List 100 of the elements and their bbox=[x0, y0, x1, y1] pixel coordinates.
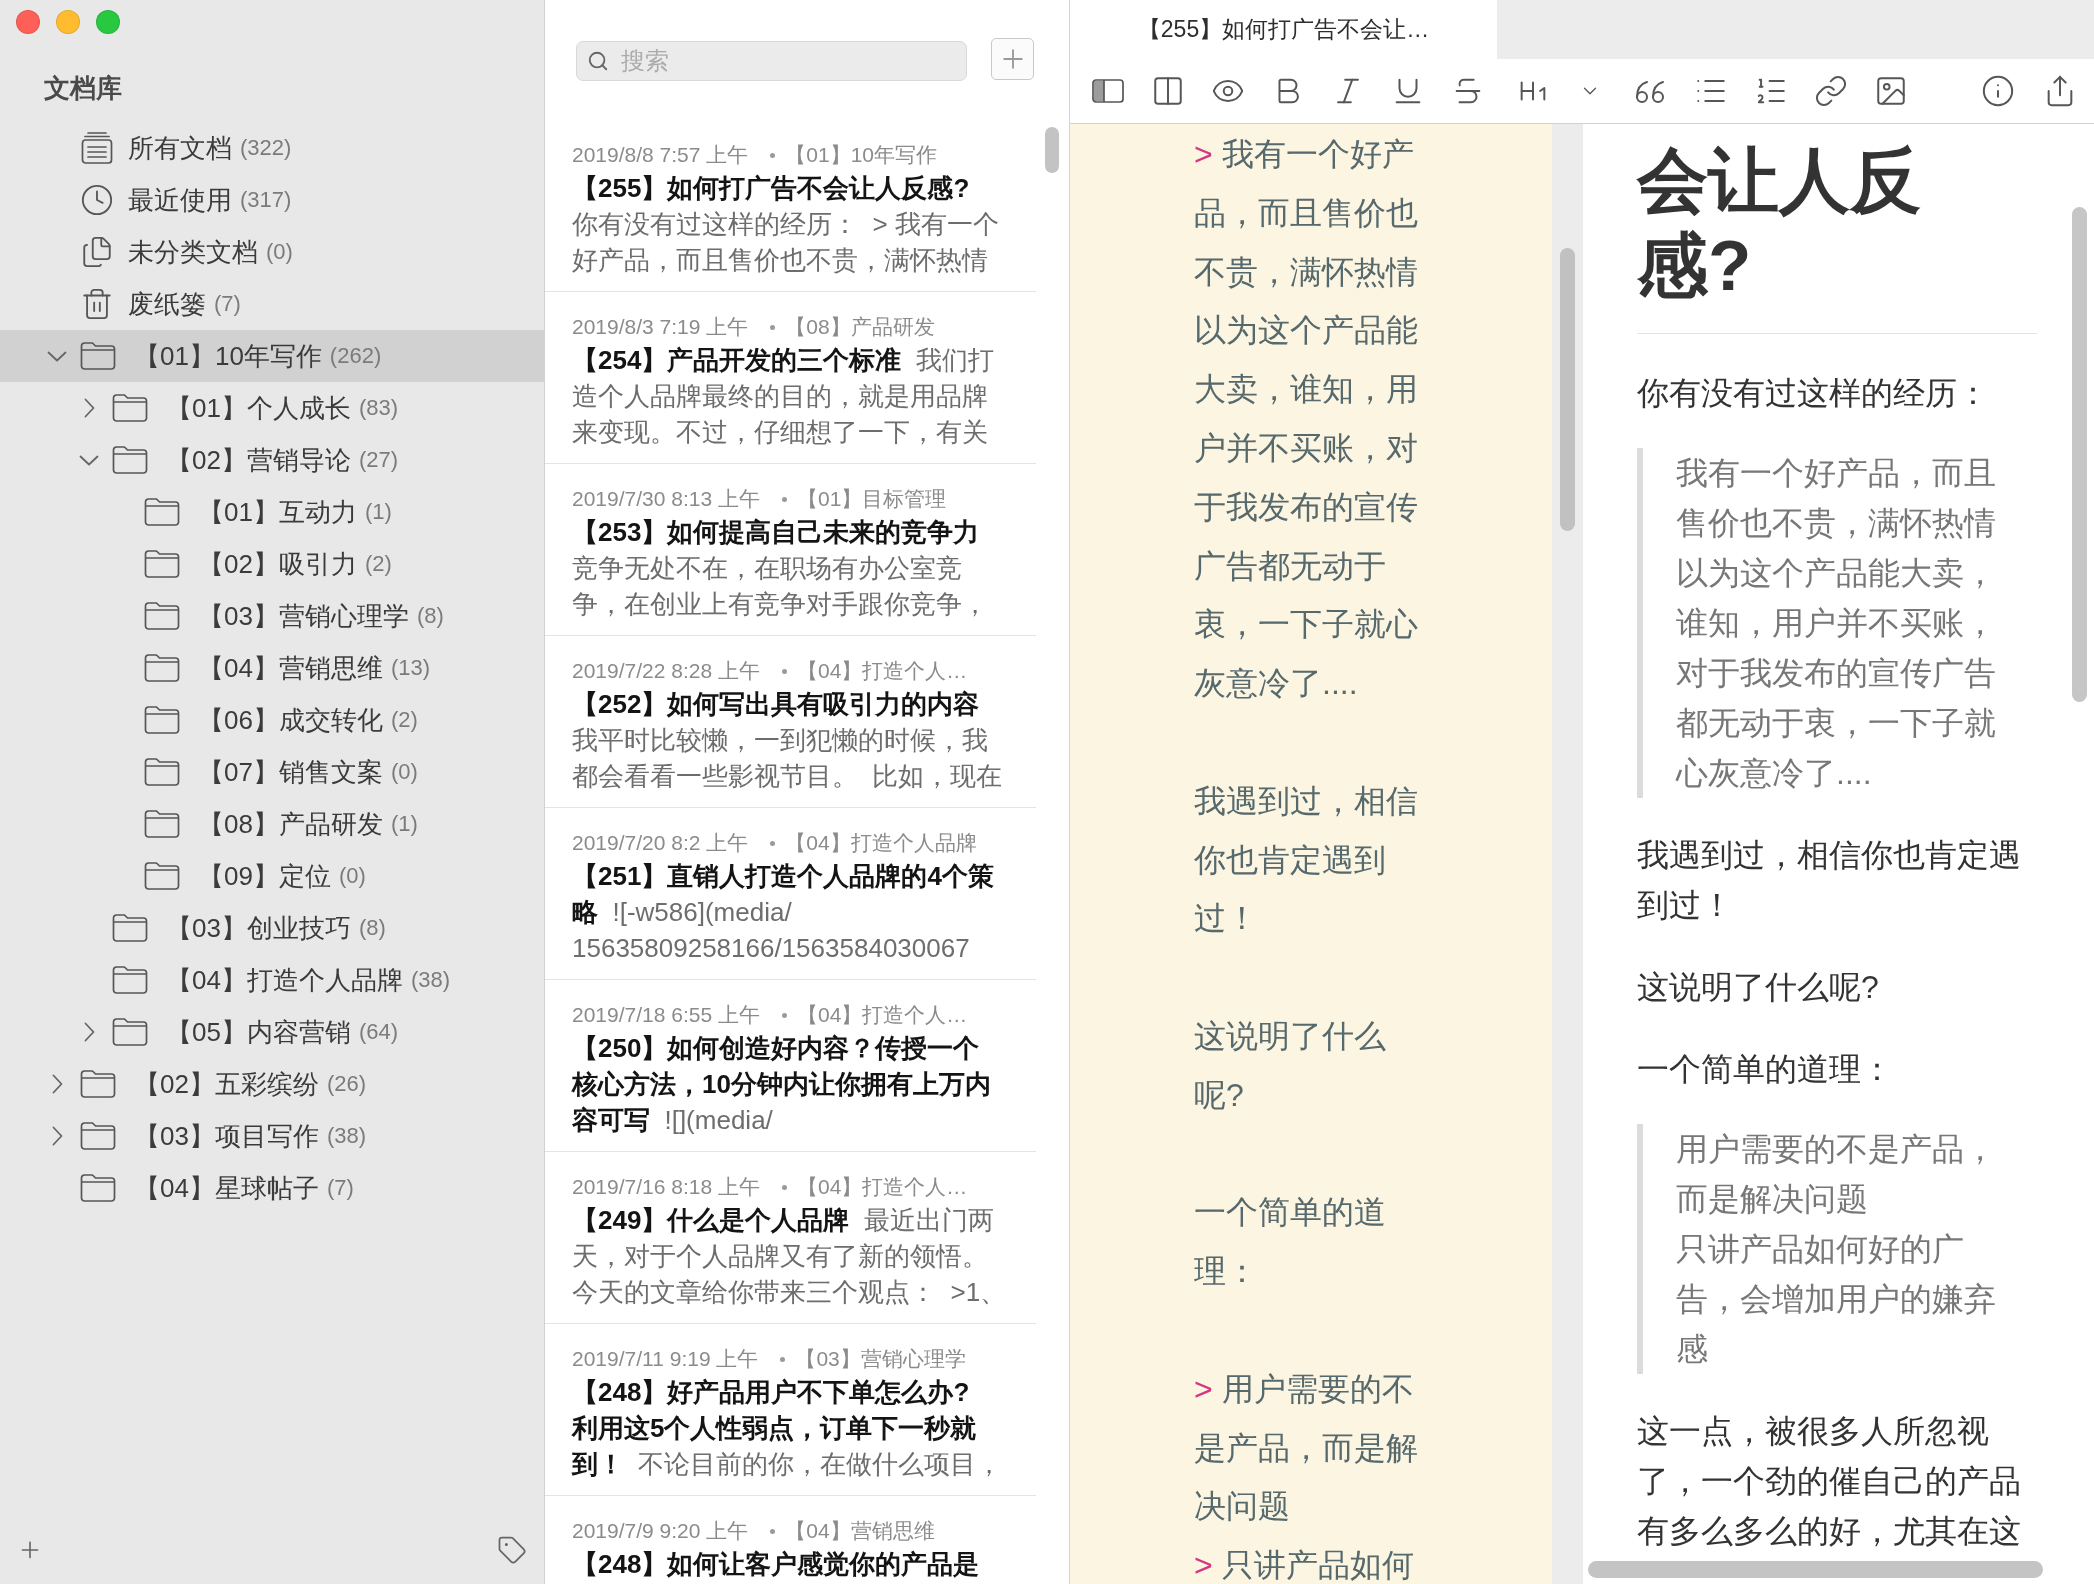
scrollbar-thumb[interactable] bbox=[1588, 1561, 2043, 1578]
search-field[interactable]: 搜索 bbox=[576, 41, 967, 81]
sidebar-item[interactable]: 【07】销售文案 (0) bbox=[0, 746, 544, 798]
folder-icon bbox=[112, 1017, 148, 1047]
sidebar-item[interactable]: 【02】营销导论 (27) bbox=[0, 434, 544, 486]
note-date: 2019/7/11 9:19 上午 bbox=[572, 1346, 759, 1372]
note-excerpt[interactable]: 【254】产品开发的三个标准 我们打 造个人品牌最终的目的，就是用品牌 来变现。不过，仔细想了一下，有关 bbox=[572, 342, 994, 450]
note-excerpt[interactable]: 【248】好产品用户不下单怎么办? 利用这5个人性弱点，订单下一秒就 到！ 不论目前的你，在做什么项目， bbox=[572, 1374, 1003, 1482]
quote-text: 用户需要的不是产品，而是解决问题 bbox=[1676, 1130, 1997, 1219]
scrollbar-thumb[interactable] bbox=[1560, 248, 1575, 531]
sidebar-item[interactable]: 【08】产品研发 (1) bbox=[0, 798, 544, 850]
markdown-paragraph: 这说明了什么呢? bbox=[1194, 1016, 1387, 1115]
note-date: 2019/7/30 8:13 上午 bbox=[572, 486, 760, 512]
sidebar-item[interactable]: 【03】创业技巧 (8) bbox=[0, 902, 544, 954]
dot-icon bbox=[770, 324, 776, 330]
sidebar-item[interactable]: 【03】营销心理学 (8) bbox=[0, 590, 544, 642]
folder-icon bbox=[112, 913, 148, 943]
chevron-down-icon[interactable] bbox=[79, 454, 99, 466]
info-icon[interactable] bbox=[1981, 74, 2015, 108]
chevron-right-icon[interactable] bbox=[51, 1126, 63, 1146]
note-folder: 【03】营销心理学 bbox=[795, 1346, 966, 1372]
folder-icon bbox=[80, 1173, 116, 1203]
library-title: 文档库 bbox=[44, 72, 122, 105]
preview-paragraph: 这说明了什么呢? bbox=[1637, 968, 1880, 1007]
folder-icon bbox=[144, 549, 180, 579]
note-date: 2019/7/20 8:2 上午 bbox=[572, 830, 749, 856]
link-icon[interactable] bbox=[1814, 74, 1848, 108]
tag-icon[interactable] bbox=[497, 1535, 527, 1565]
note-date: 2019/8/8 7:57 上午 bbox=[572, 142, 749, 168]
scrollbar-thumb[interactable] bbox=[2072, 207, 2087, 702]
sidebar-item[interactable]: 【09】定位 (0) bbox=[0, 850, 544, 902]
markdown-quote-line: > 我有一个好产品，而且售价也不贵，满怀热情以为这个产品能大卖，谁知，用户并不买账，对于我发布的宣传广告都无动于衷，一下子就心灰意冷了.... bbox=[1194, 135, 1419, 704]
note-folder: 【08】产品研发 bbox=[785, 314, 935, 340]
sidebar-item[interactable]: 【02】吸引力 (2) bbox=[0, 538, 544, 590]
preview-paragraph: 一个简单的道理： bbox=[1637, 1050, 1894, 1089]
chevron-right-icon[interactable] bbox=[83, 1022, 95, 1042]
note-excerpt[interactable]: 【248】如何让客户感觉你的产品是 bbox=[572, 1546, 980, 1582]
preview-paragraph: 你有没有过这样的经历： bbox=[1637, 374, 1990, 413]
folder-icon bbox=[144, 497, 180, 527]
note-folder: 【04】营销思维 bbox=[785, 1518, 935, 1544]
folder-icon bbox=[112, 393, 148, 423]
note-excerpt[interactable]: 【251】直销人打造个人品牌的4个策 略 ![-w586](media/ 15635809258166/1563584030067 bbox=[572, 858, 994, 966]
sidebar-item[interactable]: 未分类文档 (0) bbox=[0, 226, 544, 278]
note-date: 2019/7/9 9:20 上午 bbox=[572, 1518, 749, 1544]
dot-icon bbox=[781, 496, 787, 502]
note-folder: 【04】打造个人… bbox=[796, 1174, 968, 1200]
markdown-paragraph: 一个简单的道理： bbox=[1194, 1193, 1387, 1292]
document-tab[interactable]: 【255】如何打广告不会让… bbox=[1070, 0, 1497, 59]
close-button[interactable] bbox=[16, 10, 40, 34]
quote-text: 只讲产品如何好的广告，会增加用户的嫌弃感 bbox=[1676, 1230, 1997, 1369]
document-stack-icon bbox=[80, 131, 114, 165]
note-excerpt[interactable]: 【253】如何提高自己未来的竞争力 竞争无处不在，在职场有办公室竞 争，在创业上有竞争对手跟你竞争， bbox=[572, 514, 988, 622]
sidebar-item[interactable]: 【03】项目写作 (38) bbox=[0, 1110, 544, 1162]
dot-icon bbox=[770, 152, 776, 158]
sidebar-item[interactable]: 【04】打造个人品牌 (38) bbox=[0, 954, 544, 1006]
dot-icon bbox=[781, 1012, 787, 1018]
sidebar-item[interactable]: 【01】个人成长 (83) bbox=[0, 382, 544, 434]
folder-icon bbox=[144, 601, 180, 631]
note-date: 2019/8/3 7:19 上午 bbox=[572, 314, 749, 340]
dot-icon bbox=[770, 1528, 776, 1534]
add-button[interactable] bbox=[991, 38, 1034, 80]
sidebar-item[interactable]: 所有文档 (322) bbox=[0, 122, 544, 174]
sidebar-item[interactable]: 【05】内容营销 (64) bbox=[0, 1006, 544, 1058]
note-excerpt[interactable]: 【255】如何打广告不会让人反感? 你有没有过这样的经历： > 我有一个 好产品，而且售价也不贵，满怀热情 bbox=[572, 170, 999, 278]
sidebar-item[interactable]: 废纸篓 (7) bbox=[0, 278, 544, 330]
note-excerpt[interactable]: 【249】什么是个人品牌 最近出门两 天，对于个人品牌又有了新的领悟。 今天的文章给你带来三个观点： >1、 bbox=[572, 1202, 1007, 1310]
folder-icon bbox=[112, 445, 148, 475]
chevron-down-icon[interactable] bbox=[47, 350, 67, 362]
folder-icon bbox=[80, 341, 116, 371]
note-date: 2019/7/22 8:28 上午 bbox=[572, 658, 760, 684]
dot-icon bbox=[781, 1184, 787, 1190]
sidebar-item[interactable]: 【06】成交转化 (2) bbox=[0, 694, 544, 746]
note-excerpt[interactable]: 【250】如何创造好内容？传授一个 核心方法，10分钟内让你拥有上万内 容可写 ![](media/ bbox=[572, 1030, 991, 1138]
documents-icon bbox=[80, 235, 114, 269]
image-icon[interactable] bbox=[1874, 74, 1908, 108]
sidebar-item[interactable]: 最近使用 (317) bbox=[0, 174, 544, 226]
sidebar-item[interactable]: 【04】星球帖子 (7) bbox=[0, 1162, 544, 1214]
sidebar-item[interactable]: 【04】营销思维 (13) bbox=[0, 642, 544, 694]
search-icon bbox=[587, 50, 609, 72]
folder-icon bbox=[80, 1069, 116, 1099]
chevron-right-icon[interactable] bbox=[83, 398, 95, 418]
note-excerpt[interactable]: 【252】如何写出具有吸引力的内容 我平时比较懒，一到犯懒的时候，我 都会看看一些影视节目。 比如，现在 bbox=[572, 686, 1003, 794]
split-view-icon[interactable] bbox=[1151, 74, 1185, 108]
scrollbar-thumb[interactable] bbox=[1045, 127, 1059, 173]
dot-icon bbox=[780, 1356, 786, 1362]
note-folder: 【01】10年写作 bbox=[785, 142, 937, 168]
sidebar-item[interactable]: 【02】五彩缤纷 (26) bbox=[0, 1058, 544, 1110]
note-date: 2019/7/16 8:18 上午 bbox=[572, 1174, 760, 1200]
dot-icon bbox=[781, 668, 787, 674]
markdown-quote-line: > 只讲产品如何 bbox=[1194, 1546, 1415, 1584]
folder-icon bbox=[144, 705, 180, 735]
sidebar-item[interactable]: 【01】互动力 (1) bbox=[0, 486, 544, 538]
folder-icon bbox=[144, 757, 180, 787]
sidebar-item[interactable]: 【01】10年写作 (262) bbox=[0, 330, 544, 382]
chevron-right-icon[interactable] bbox=[51, 1074, 63, 1094]
trash-icon bbox=[80, 287, 114, 321]
note-folder: 【01】目标管理 bbox=[796, 486, 947, 512]
markdown-quote-line: > 用户需要的不是产品，而是解决问题 bbox=[1194, 1369, 1419, 1527]
note-folder: 【04】打造个人… bbox=[796, 658, 968, 684]
document-heading: 会让人反感? bbox=[1637, 140, 1922, 307]
